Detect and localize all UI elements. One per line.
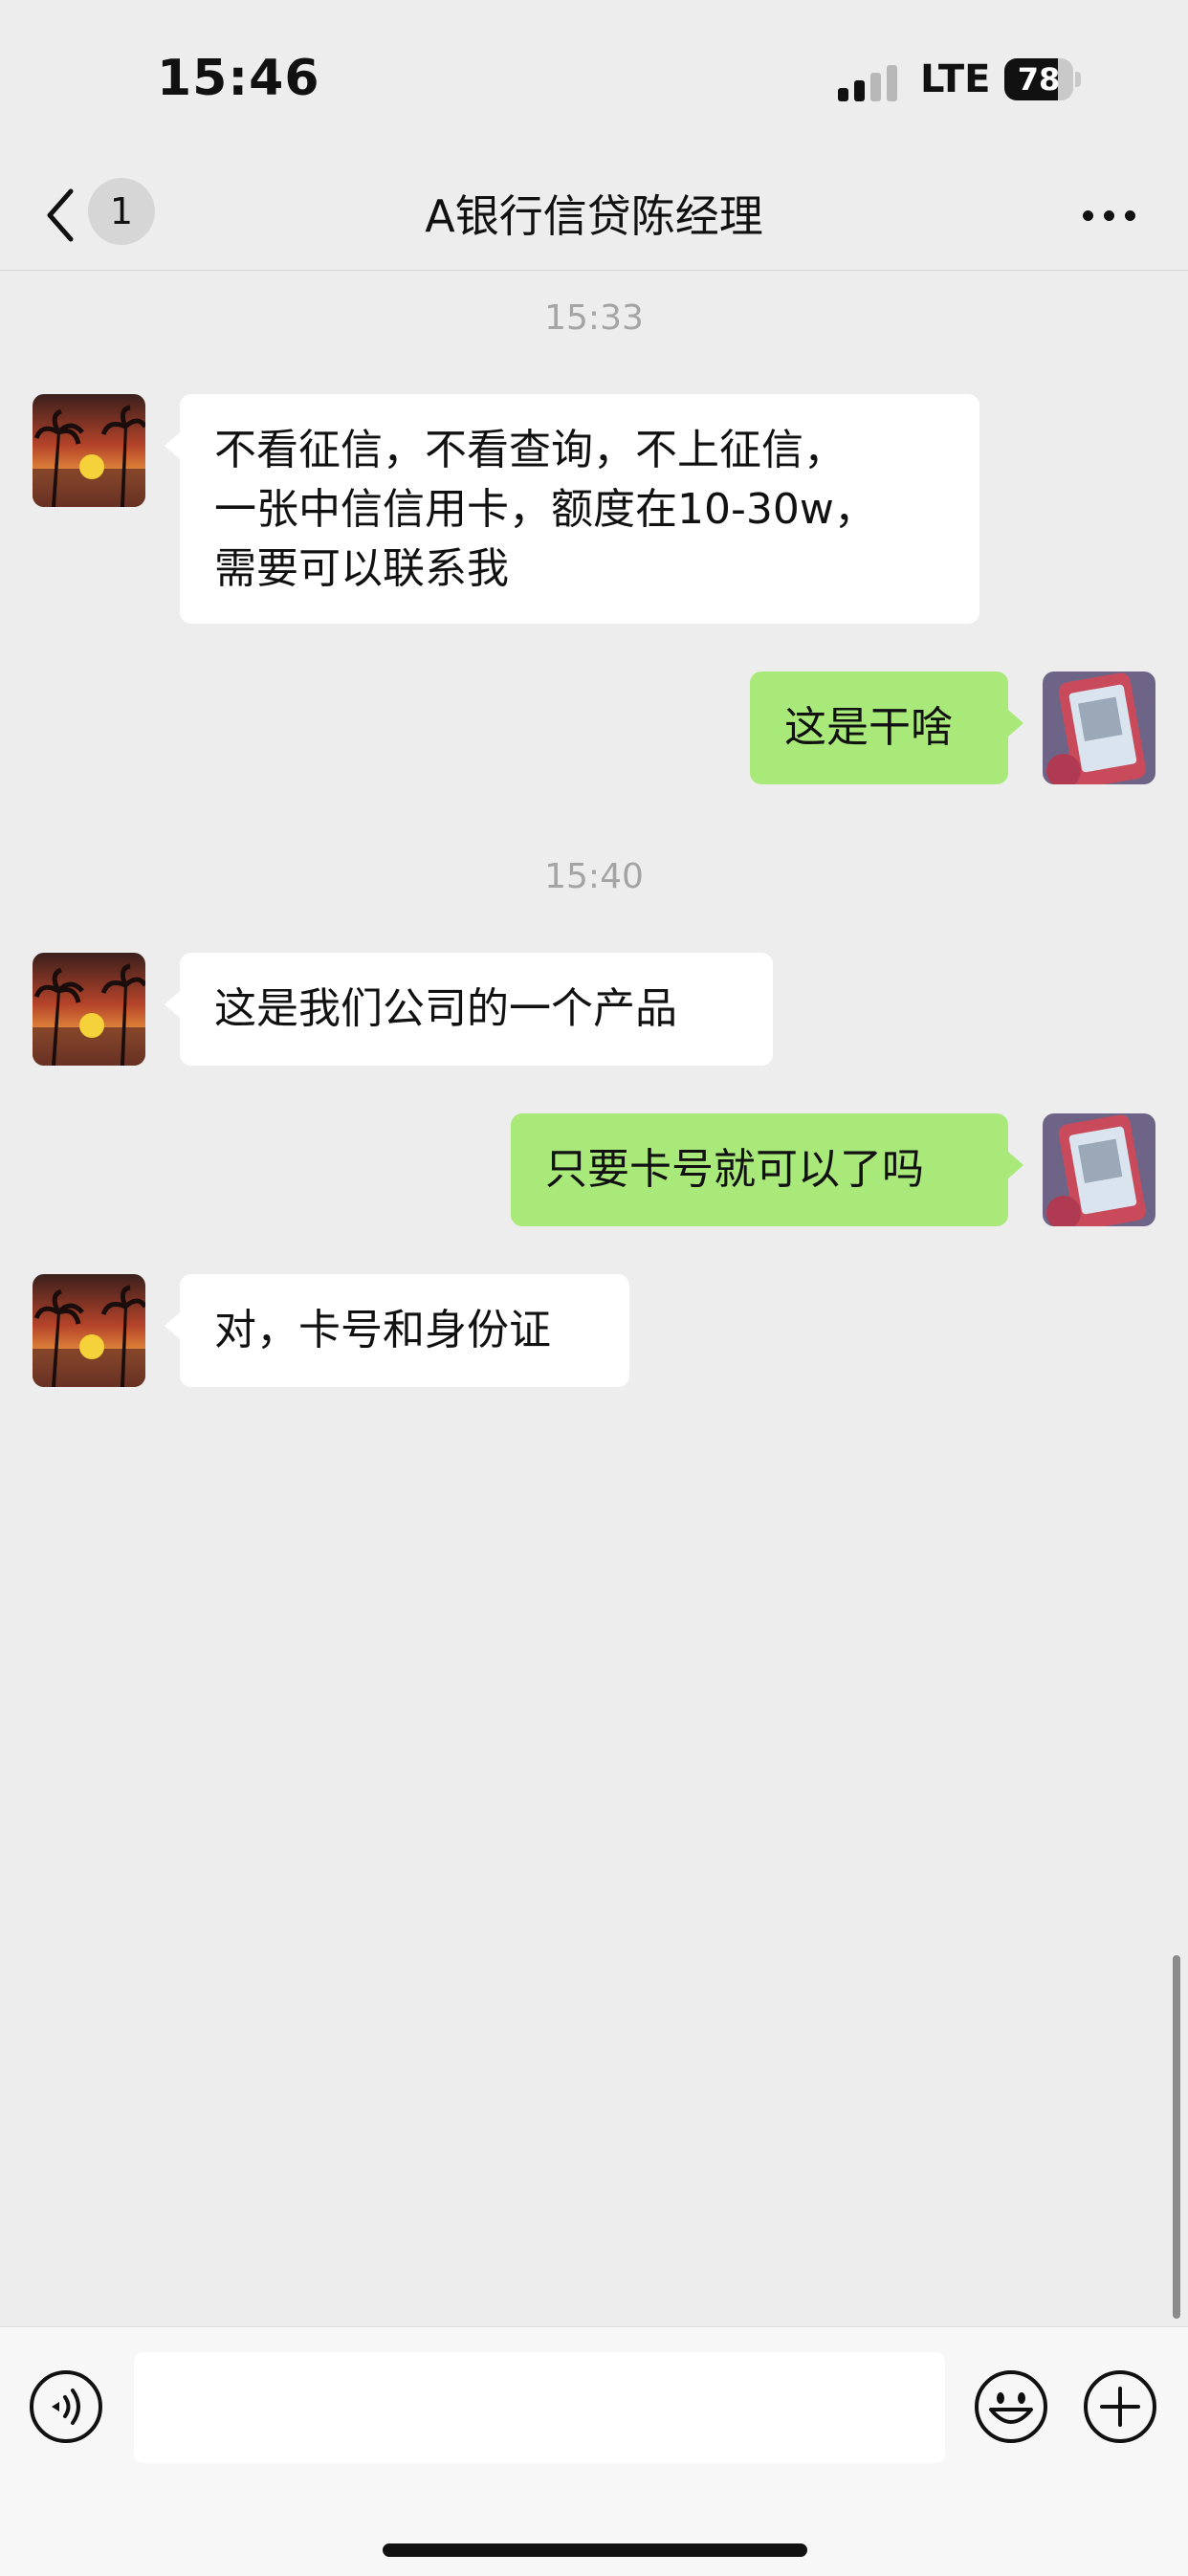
my-avatar[interactable] (1043, 1113, 1155, 1226)
network-type: LTE (920, 57, 991, 101)
my-avatar[interactable] (1043, 672, 1155, 784)
message-bubble-outgoing[interactable]: 这是干啥 (750, 672, 1023, 784)
chat-title: A银行信贷陈经理 (425, 190, 763, 242)
voice-icon[interactable] (29, 2369, 103, 2444)
contact-avatar[interactable] (33, 1274, 145, 1387)
message-bubble-outgoing[interactable]: 只要卡号就可以了吗 (511, 1113, 1023, 1226)
timestamp: 15:40 (544, 857, 644, 896)
signal-icon (838, 63, 901, 101)
status-time: 15:46 (157, 50, 320, 107)
message-bubble-incoming[interactable]: 这是我们公司的一个产品 (165, 953, 773, 1066)
unread-count-badge[interactable]: 1 (88, 178, 155, 245)
emoji-icon[interactable] (974, 2369, 1048, 2444)
chat-header: A银行信贷陈经理 1 (0, 163, 1188, 271)
message-bubble-incoming[interactable]: 对，卡号和身份证 (165, 1274, 629, 1387)
message-input[interactable] (134, 2352, 945, 2463)
battery-level: 78 (1017, 61, 1061, 98)
timestamp: 15:33 (544, 298, 644, 338)
status-bar: 15:46 LTE 78 (0, 0, 1188, 163)
plus-icon[interactable] (1083, 2369, 1157, 2444)
back-icon[interactable] (38, 184, 86, 247)
battery-icon: 78 (1004, 58, 1081, 100)
more-icon[interactable] (1081, 201, 1138, 230)
chat-scrollbar[interactable] (1173, 1955, 1180, 2319)
message-bubble-incoming[interactable]: 不看征信，不看查询，不上征信， 一张中信信用卡，额度在10-30w， 需要可以联… (165, 394, 979, 624)
input-bar (0, 2326, 1188, 2576)
contact-avatar[interactable] (33, 953, 145, 1066)
contact-avatar[interactable] (33, 394, 145, 507)
home-indicator[interactable] (383, 2543, 807, 2557)
